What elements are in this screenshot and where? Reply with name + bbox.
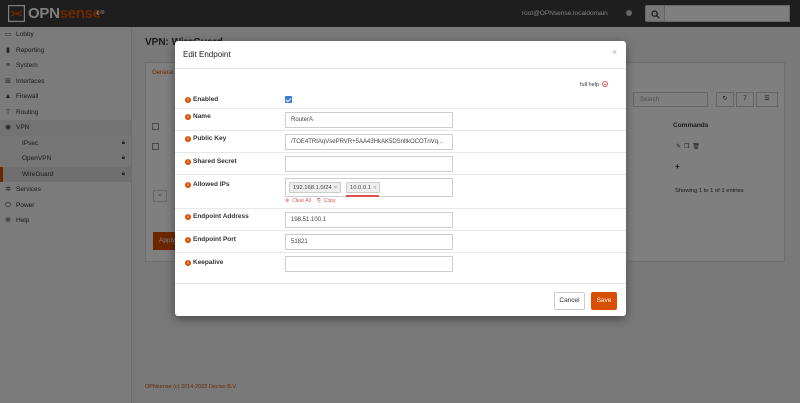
field-label: i Public Key bbox=[185, 134, 226, 144]
info-icon[interactable]: i bbox=[185, 97, 191, 103]
endpoint-address-input[interactable]: 198.51.100.1 bbox=[285, 212, 453, 228]
public-key-label: Public Key bbox=[193, 135, 227, 142]
info-icon[interactable]: i bbox=[185, 182, 191, 188]
row-endpoint-port: i Endpoint Port 51821 bbox=[175, 230, 626, 252]
info-icon[interactable]: i bbox=[185, 159, 191, 165]
modal-header: Edit Endpoint × bbox=[175, 41, 626, 69]
row-shared-secret: i Shared Secret bbox=[175, 152, 626, 174]
name-input[interactable]: RouterA bbox=[285, 112, 453, 128]
token-text: 10.0.0.1 bbox=[350, 185, 371, 191]
info-icon[interactable]: i bbox=[185, 214, 191, 220]
allowed-ips-token-input[interactable]: 192.168.1.0/24 × 10.0.0.1 × bbox=[285, 178, 453, 197]
enabled-checkbox[interactable] bbox=[285, 96, 292, 103]
public-key-input[interactable]: /TOE4TRtAqVsePRVR+5AA43HkAK5DSnltkOCOTnV… bbox=[285, 134, 453, 150]
endpoint-address-label: Endpoint Address bbox=[193, 213, 249, 220]
remove-token-icon[interactable]: × bbox=[334, 185, 337, 191]
row-name: i Name RouterA bbox=[175, 108, 626, 130]
toggle-off-icon bbox=[601, 81, 608, 87]
keepalive-input[interactable] bbox=[285, 256, 453, 272]
row-keepalive: i Keepalive bbox=[175, 252, 626, 276]
row-allowed-ips: i Allowed IPs 192.168.1.0/24 × 10.0.0.1 × ⊗… bbox=[175, 174, 626, 208]
field-label: i Keepalive bbox=[185, 258, 223, 268]
clear-icon: ⊗ bbox=[285, 198, 290, 204]
endpoint-port-input[interactable]: 51821 bbox=[285, 234, 453, 250]
field-label: i Enabled bbox=[185, 95, 218, 105]
info-icon[interactable]: i bbox=[185, 260, 191, 266]
info-icon[interactable]: i bbox=[185, 136, 191, 142]
cancel-button[interactable]: Cancel bbox=[554, 292, 585, 310]
token-actions: ⊗ Clear All ⎘ Copy bbox=[285, 198, 342, 204]
token-text: 192.168.1.0/24 bbox=[293, 185, 332, 191]
field-label: i Allowed IPs bbox=[185, 180, 229, 190]
shared-secret-label: Shared Secret bbox=[193, 158, 237, 165]
token-chip[interactable]: 192.168.1.0/24 × bbox=[289, 182, 342, 193]
row-endpoint-address: i Endpoint Address 198.51.100.1 bbox=[175, 208, 626, 230]
edit-endpoint-dialog: Edit Endpoint × full help i Enabled i Name… bbox=[175, 41, 626, 316]
row-enabled: i Enabled bbox=[175, 92, 626, 108]
close-icon[interactable]: × bbox=[612, 47, 617, 57]
info-icon[interactable]: i bbox=[185, 114, 191, 120]
row-public-key: i Public Key /TOE4TRtAqVsePRVR+5AA43HkAK5… bbox=[175, 130, 626, 152]
token-chip[interactable]: 10.0.0.1 × bbox=[346, 182, 381, 193]
endpoint-port-label: Endpoint Port bbox=[193, 236, 236, 243]
full-help-label: full help bbox=[580, 82, 599, 88]
field-label: i Name bbox=[185, 112, 211, 122]
token-validation-underline bbox=[346, 195, 379, 197]
field-label: i Endpoint Port bbox=[185, 235, 236, 245]
remove-token-icon[interactable]: × bbox=[373, 185, 376, 191]
modal-footer: Cancel Save bbox=[175, 283, 626, 316]
keepalive-label: Keepalive bbox=[193, 259, 224, 266]
modal-title: Edit Endpoint bbox=[183, 50, 231, 59]
name-label: Name bbox=[193, 113, 211, 120]
save-button[interactable]: Save bbox=[591, 292, 617, 310]
allowed-ips-label: Allowed IPs bbox=[193, 181, 230, 188]
enabled-label: Enabled bbox=[193, 96, 219, 103]
info-icon[interactable]: i bbox=[185, 237, 191, 243]
field-label: i Shared Secret bbox=[185, 157, 237, 167]
copy-label: Copy bbox=[323, 198, 336, 204]
clear-all-label: Clear All bbox=[292, 198, 311, 204]
field-label: i Endpoint Address bbox=[185, 212, 249, 222]
copy-icon: ⎘ bbox=[316, 198, 321, 204]
clear-all-link[interactable]: ⊗ Clear All bbox=[285, 198, 314, 204]
copy-link[interactable]: ⎘ Copy bbox=[317, 198, 339, 204]
full-help-toggle[interactable]: full help bbox=[580, 81, 608, 88]
shared-secret-input[interactable] bbox=[285, 156, 453, 172]
